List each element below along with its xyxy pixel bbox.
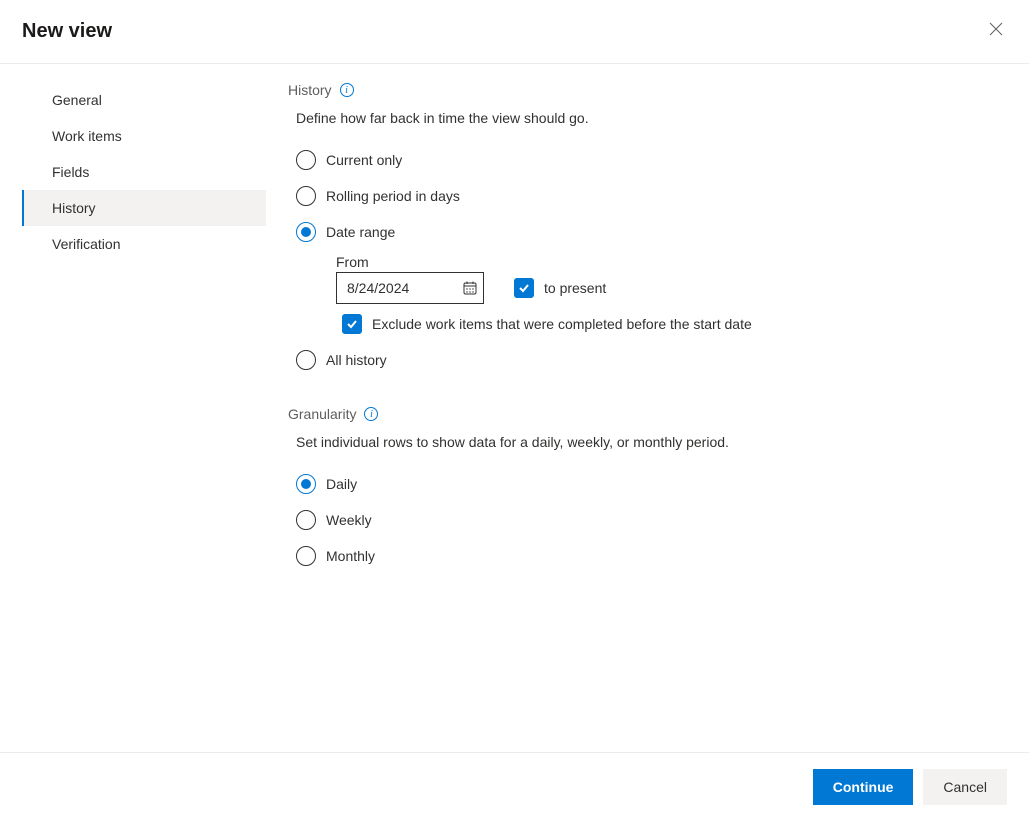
info-icon[interactable]: i [364, 407, 378, 421]
sidebar-item-fields[interactable]: Fields [22, 154, 266, 190]
close-icon [989, 22, 1003, 41]
sidebar-item-label: Work items [52, 128, 122, 144]
radio-rolling-period[interactable]: Rolling period in days [296, 178, 1009, 214]
content: History i Define how far back in time th… [266, 82, 1029, 752]
to-present-checkbox[interactable] [514, 278, 534, 298]
sidebar-item-label: Fields [52, 164, 89, 180]
dialog-footer: Continue Cancel [0, 752, 1029, 821]
sidebar: General Work items Fields History Verifi… [0, 82, 266, 752]
sidebar-item-work-items[interactable]: Work items [22, 118, 266, 154]
sidebar-item-label: Verification [52, 236, 120, 252]
radio-label: Weekly [326, 512, 372, 528]
radio-indicator [296, 350, 316, 370]
dialog-header: New view [0, 0, 1029, 64]
radio-indicator [296, 186, 316, 206]
info-icon[interactable]: i [340, 83, 354, 97]
date-row: to present [336, 272, 1009, 304]
history-desc: Define how far back in time the view sho… [296, 110, 1009, 126]
radio-indicator [296, 474, 316, 494]
granularity-radio-group: Daily Weekly Monthly [296, 466, 1009, 574]
exclude-row: Exclude work items that were completed b… [342, 314, 1009, 334]
radio-date-range[interactable]: Date range [296, 214, 1009, 250]
history-title-text: History [288, 82, 332, 98]
continue-button[interactable]: Continue [813, 769, 914, 805]
radio-indicator [296, 150, 316, 170]
radio-indicator [296, 222, 316, 242]
radio-current-only[interactable]: Current only [296, 142, 1009, 178]
radio-label: All history [326, 352, 387, 368]
radio-indicator [296, 546, 316, 566]
from-date-input[interactable] [345, 279, 445, 297]
sidebar-item-general[interactable]: General [22, 82, 266, 118]
from-date-field[interactable] [336, 272, 484, 304]
sidebar-item-label: History [52, 200, 96, 216]
granularity-section-title: Granularity i [288, 406, 1009, 422]
radio-indicator [296, 510, 316, 530]
calendar-icon[interactable] [463, 281, 477, 295]
sidebar-item-verification[interactable]: Verification [22, 226, 266, 262]
radio-monthly[interactable]: Monthly [296, 538, 1009, 574]
date-range-sub: From to present [336, 254, 1009, 334]
exclude-checkbox[interactable] [342, 314, 362, 334]
to-present-row: to present [514, 278, 606, 298]
close-button[interactable] [985, 18, 1007, 45]
radio-label: Daily [326, 476, 357, 492]
radio-daily[interactable]: Daily [296, 466, 1009, 502]
exclude-label: Exclude work items that were completed b… [372, 316, 752, 332]
sidebar-item-label: General [52, 92, 102, 108]
radio-label: Date range [326, 224, 395, 240]
radio-label: Monthly [326, 548, 375, 564]
sidebar-item-history[interactable]: History [22, 190, 266, 226]
granularity-title-text: Granularity [288, 406, 356, 422]
dialog-title: New view [22, 20, 112, 43]
radio-label: Rolling period in days [326, 188, 460, 204]
from-label: From [336, 254, 1009, 270]
to-present-label: to present [544, 280, 606, 296]
history-radio-group: Current only Rolling period in days Date… [296, 142, 1009, 378]
history-section-title: History i [288, 82, 1009, 98]
radio-weekly[interactable]: Weekly [296, 502, 1009, 538]
radio-all-history[interactable]: All history [296, 342, 1009, 378]
granularity-desc: Set individual rows to show data for a d… [296, 434, 1009, 450]
cancel-button[interactable]: Cancel [923, 769, 1007, 805]
radio-label: Current only [326, 152, 402, 168]
dialog-body: General Work items Fields History Verifi… [0, 64, 1029, 752]
